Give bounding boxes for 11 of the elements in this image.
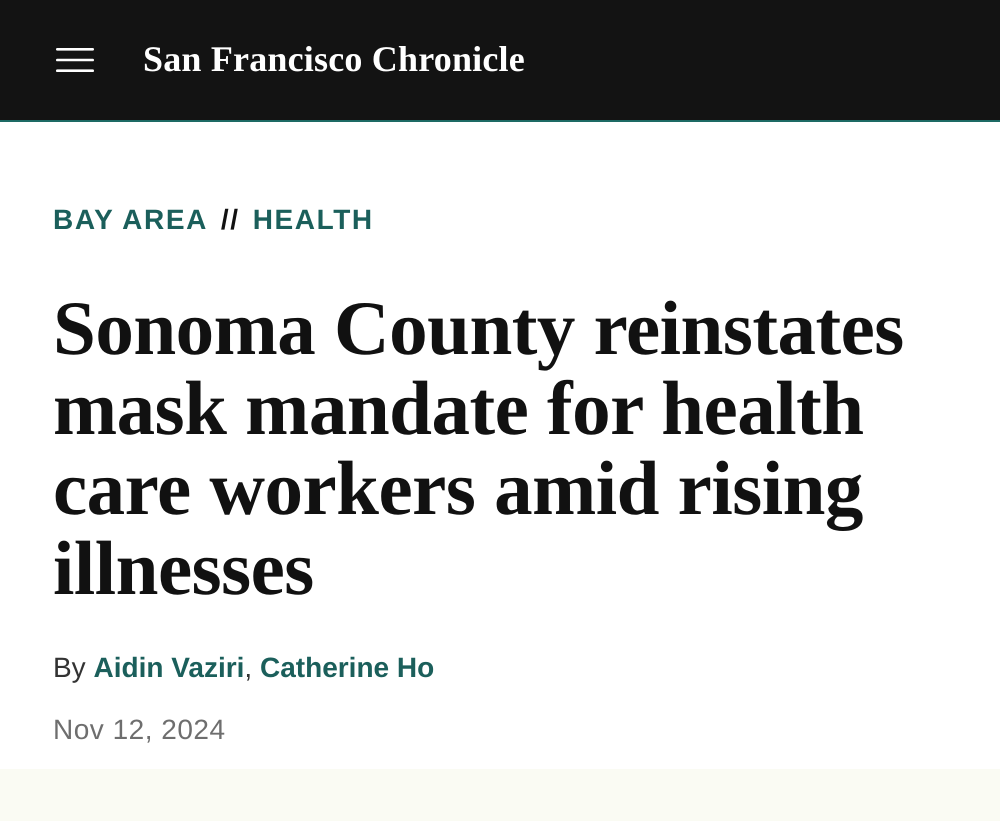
site-logo[interactable]: San Francisco Chronicle <box>143 40 525 80</box>
menu-icon <box>56 48 94 72</box>
byline: By Aidin Vaziri, Catherine Ho <box>53 651 436 685</box>
publish-date: Nov 12, 2024 <box>53 713 227 747</box>
category-link[interactable]: HEALTH <box>252 203 374 237</box>
category-link[interactable]: BAY AREA <box>53 203 208 237</box>
breadcrumb-separator: // <box>220 203 240 237</box>
article-headline: Sonoma County reinstates mask mandate for health care workers amid rising illnesses <box>53 288 905 608</box>
author-link[interactable]: Catherine Ho <box>260 652 434 683</box>
menu-button[interactable] <box>56 48 94 72</box>
author-link[interactable]: Aidin Vaziri <box>93 652 244 683</box>
